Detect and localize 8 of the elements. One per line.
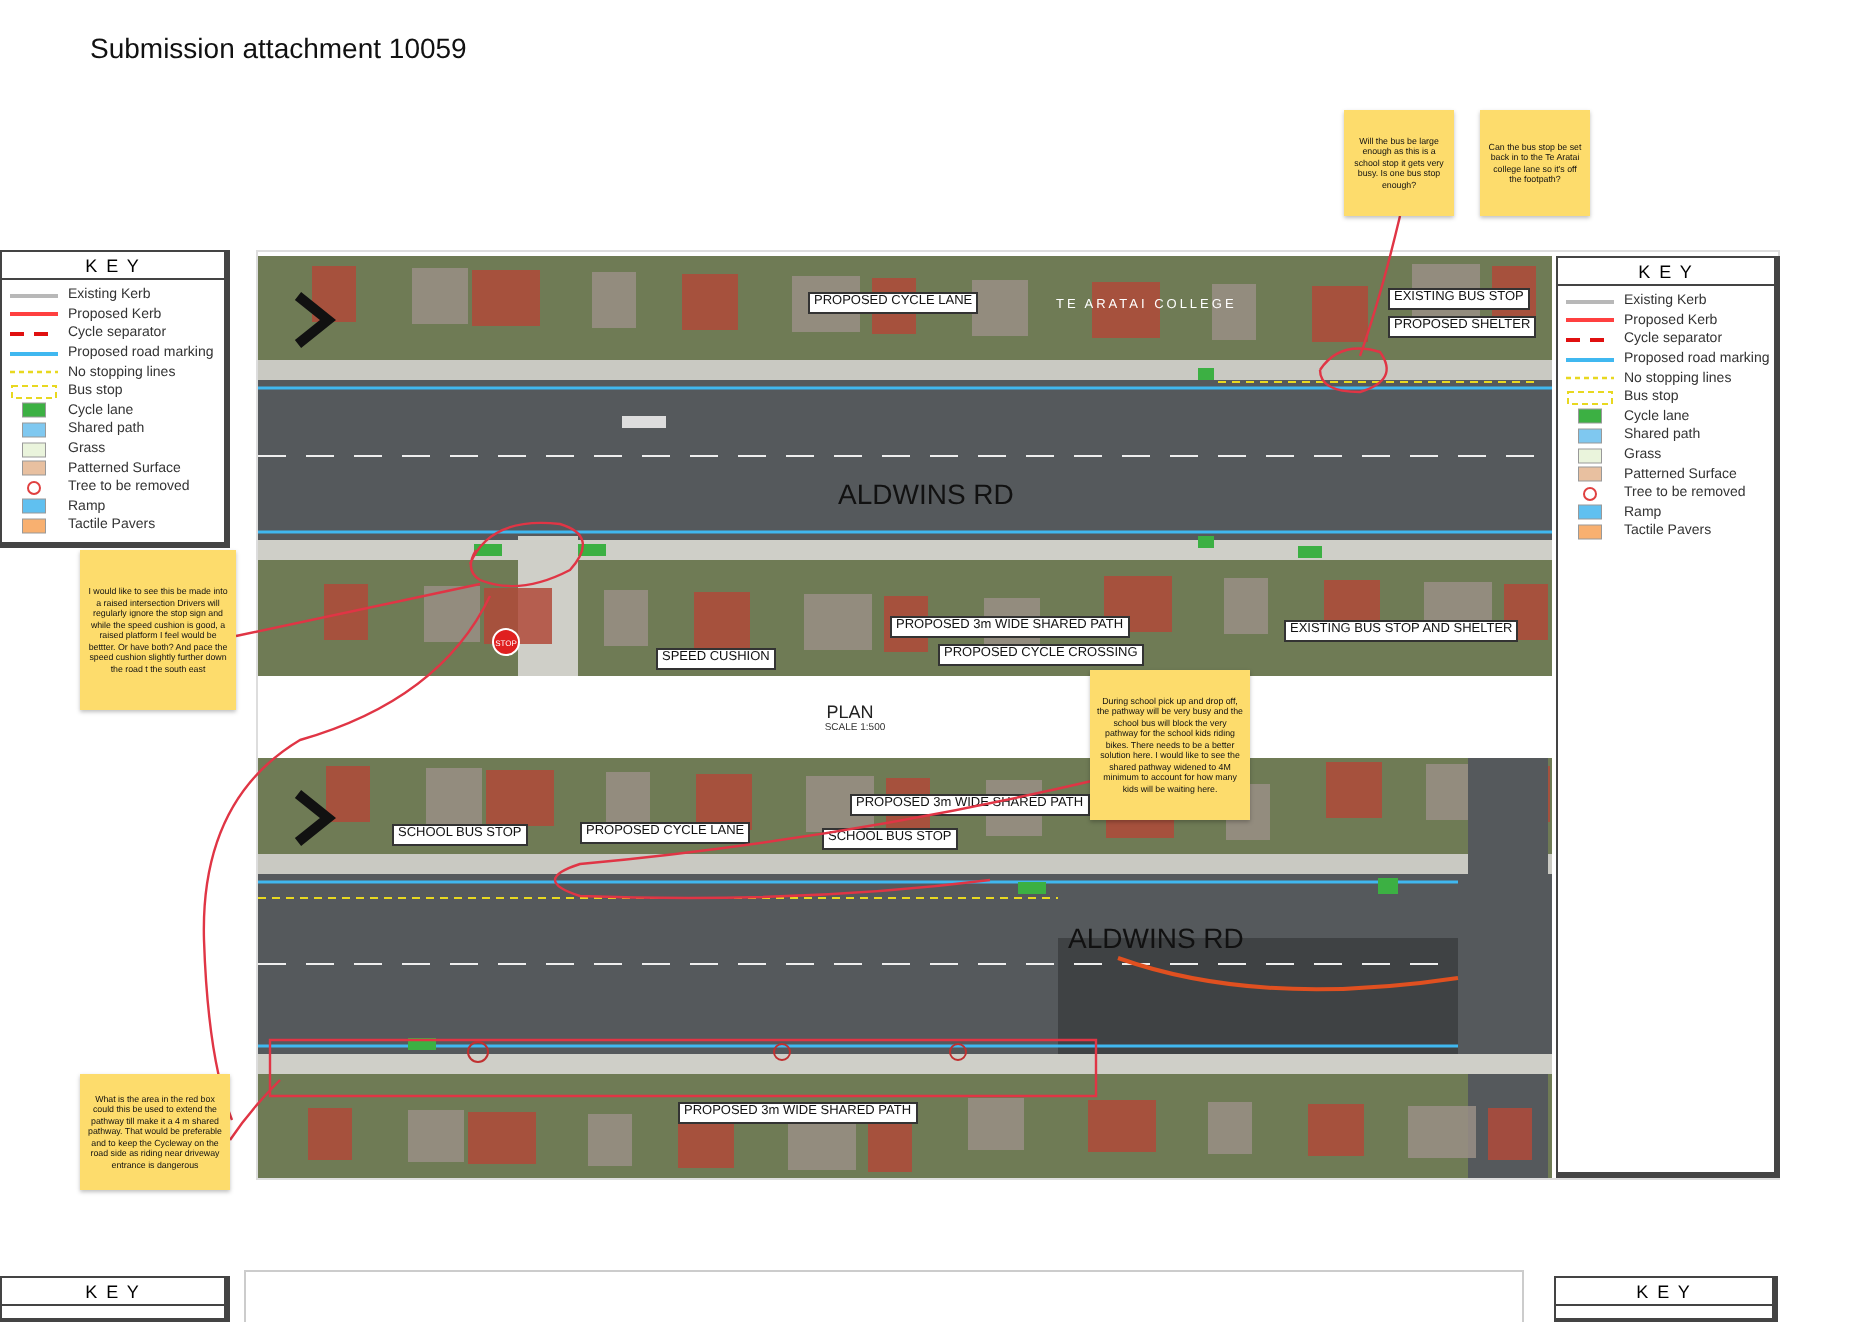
key-heading: K E Y bbox=[2, 254, 224, 280]
road-name: ALDWINS RD bbox=[1068, 924, 1244, 952]
plan-title: PLAN bbox=[826, 701, 874, 721]
key-heading: K E Y bbox=[2, 1280, 224, 1306]
page-title: Submission attachment 10059 bbox=[88, 30, 469, 68]
key-heading: K E Y bbox=[1556, 1280, 1772, 1306]
key-heading: K E Y bbox=[1558, 260, 1774, 286]
road-name: ALDWINS RD bbox=[838, 480, 1014, 508]
